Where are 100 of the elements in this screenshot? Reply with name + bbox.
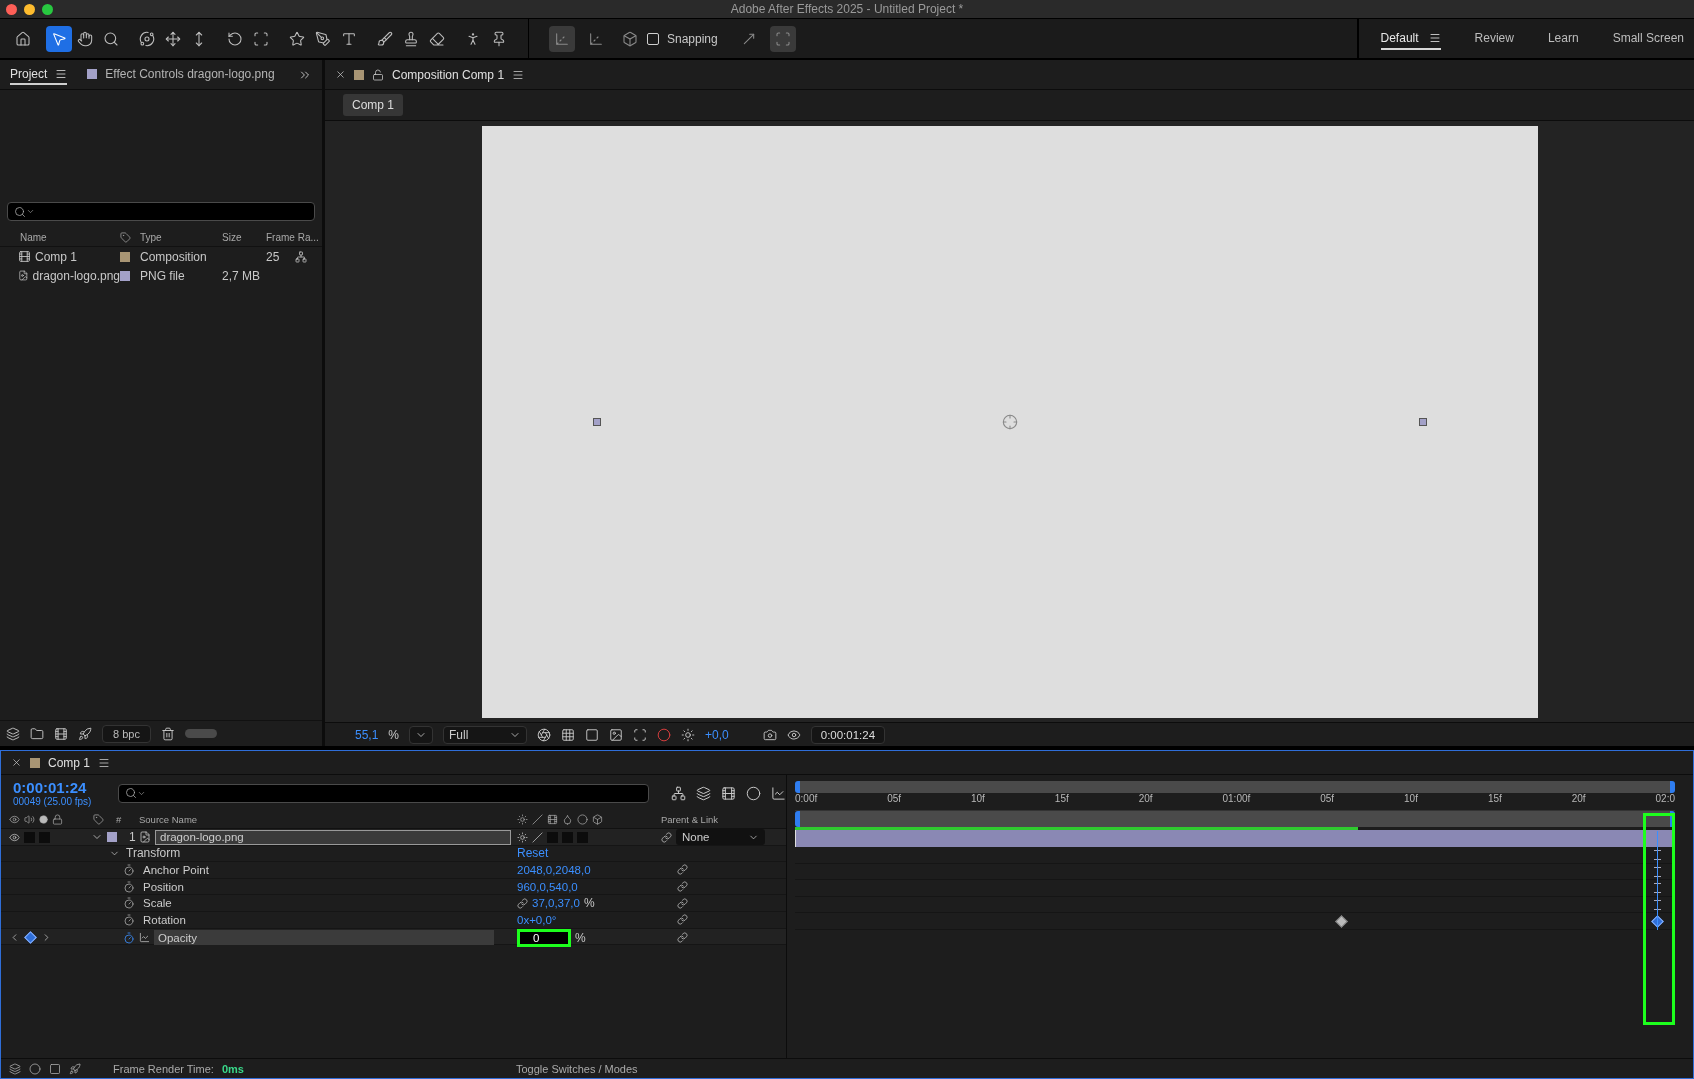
pick-whip-icon[interactable] [677,897,688,909]
menu-icon[interactable] [98,756,111,769]
panel-tab[interactable]: Composition Comp 1 [392,65,505,84]
file-icon [18,269,29,282]
stopwatch-icon[interactable] [123,913,135,926]
column-header[interactable]: Frame Ra... [266,232,322,243]
stopwatch-icon[interactable] [123,880,135,893]
window-minimize-button[interactable] [24,3,35,15]
unlocked-icon[interactable] [372,68,384,81]
zoom-value[interactable]: 55,1 [355,727,379,742]
layers-icon[interactable] [696,785,711,801]
search-field[interactable] [7,202,315,221]
column-header[interactable]: Size [222,232,266,243]
stopwatch-icon[interactable] [123,897,135,910]
workspace-tab[interactable]: Review [1474,27,1514,50]
unit-label: % [575,930,586,945]
eraser-icon [429,30,445,47]
aperture-icon[interactable] [537,727,552,742]
region-icon[interactable] [633,727,648,742]
item-frame-rate: 25 [266,249,280,264]
layer-handle[interactable] [592,417,601,426]
snapping-checkbox[interactable] [647,32,659,45]
stopwatch-icon[interactable] [123,864,135,876]
close-icon[interactable] [335,69,346,80]
graph-editor-icon[interactable] [771,785,786,801]
layer-handle[interactable] [1418,417,1427,426]
film-icon[interactable] [721,785,736,801]
property-value[interactable]: 2048,0,2048,0 [517,864,591,876]
axis-button[interactable] [549,25,575,52]
stopwatch-icon[interactable] [123,931,135,944]
flowchart-icon[interactable] [295,250,308,263]
column-header: # [116,814,122,825]
panel-tab[interactable]: Comp 1 [48,753,91,772]
property-value[interactable]: 960,0,540,0 [517,880,578,893]
trash-icon[interactable] [160,726,175,741]
layers-icon[interactable] [9,1062,21,1075]
search-field[interactable] [117,783,649,803]
slash-icon[interactable] [532,831,543,843]
anchor-point-icon[interactable] [1001,413,1018,430]
sun-icon [517,814,528,825]
image-icon[interactable] [609,727,624,742]
folder-icon[interactable] [30,726,44,741]
pick-whip-icon[interactable] [677,864,688,876]
rocket-icon[interactable] [78,726,92,741]
rotate-icon [227,30,243,47]
current-time[interactable]: 0:00:01:24 [13,779,102,796]
lock-icon [52,814,63,825]
circle-icon[interactable] [746,785,761,801]
breadcrumb-button[interactable]: Comp 1 [343,94,404,116]
pick-whip-icon[interactable] [677,914,688,926]
snap-option-button[interactable] [769,25,796,52]
menu-icon[interactable] [512,68,525,81]
layers-icon[interactable] [6,726,20,741]
axis-icon [588,30,604,47]
link-icon[interactable] [517,897,528,909]
channel-icon[interactable] [657,727,672,742]
arrow-pointer-tool[interactable] [46,25,72,52]
render-time-label: Frame Render Time: [113,1062,214,1075]
item-type: PNG file [140,268,186,283]
film-icon[interactable] [54,726,68,741]
pick-whip-icon[interactable] [677,932,688,944]
close-icon[interactable] [11,757,22,768]
bit-depth-button[interactable]: 8 bpc [102,724,151,743]
column-header[interactable]: Type [140,232,222,243]
pick-whip-icon[interactable] [677,881,688,893]
flowchart-icon[interactable] [671,785,686,801]
circle-icon[interactable] [29,1062,41,1075]
rocket-icon[interactable] [69,1062,81,1075]
column-header[interactable]: Name [20,232,120,243]
workspace-tab[interactable]: Learn [1547,27,1579,50]
cube-icon [592,814,603,825]
grid-icon[interactable] [561,727,576,742]
toggle-switches-link[interactable]: Toggle Switches / Modes [515,1062,638,1075]
exposure-value[interactable]: +0,0 [705,727,729,742]
keyframe-icon[interactable] [1334,915,1348,929]
mask-icon[interactable] [585,727,600,742]
window-close-button[interactable] [6,3,17,15]
panel-tab[interactable]: Project [10,64,68,85]
camera-icon[interactable] [762,727,777,742]
workspace-tab[interactable]: Default [1380,27,1441,50]
timecode-display[interactable]: 0:00:01:24 [810,725,886,744]
item-name[interactable]: dragon-logo.png [32,268,120,283]
sun-icon[interactable] [517,831,528,843]
reset-link[interactable]: Reset [517,846,786,861]
property-value[interactable]: 0x+0,0° [517,913,557,926]
layer-name[interactable]: dragon-logo.png [155,829,511,845]
panel-tab[interactable]: Effect Controls dragon-logo.png [87,64,275,85]
window-zoom-button[interactable] [42,3,53,15]
visibility-icon[interactable] [9,831,20,843]
resolution-dropdown[interactable]: Full [443,725,528,744]
item-name[interactable]: Comp 1 [35,249,78,264]
keyframe-icon[interactable] [24,931,37,944]
column-header: Parent & Link [661,814,720,825]
parent-dropdown[interactable]: None [676,829,765,845]
eye-icon[interactable] [786,727,801,742]
square-icon[interactable] [49,1062,61,1075]
exposure-reset-icon[interactable] [681,727,696,742]
property-value[interactable]: 37,0,37,0 [532,897,580,910]
workspace-tab[interactable]: Small Screen [1612,27,1684,50]
pick-whip-icon[interactable] [661,831,672,843]
